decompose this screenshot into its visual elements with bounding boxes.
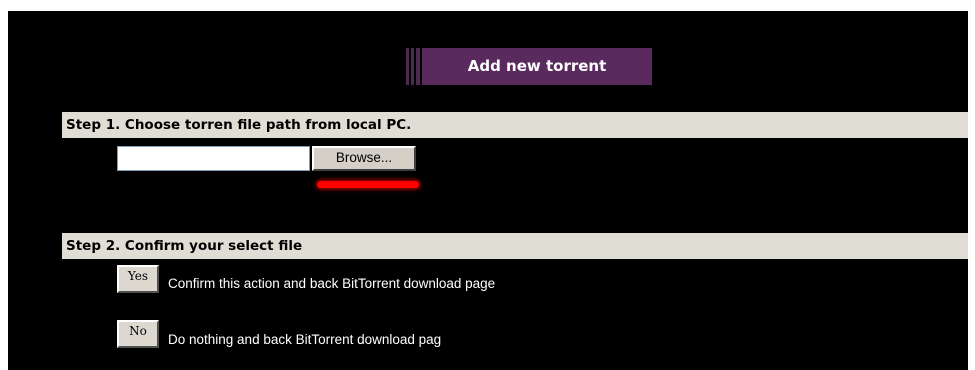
step1-header: Step 1. Choose torren file path from loc… xyxy=(62,112,968,138)
page-title: Add new torrent xyxy=(422,48,652,85)
title-stripe xyxy=(411,48,414,85)
title-stripe xyxy=(416,48,420,85)
no-description: Do nothing and back BitTorrent download … xyxy=(168,332,442,347)
yes-description: Confirm this action and back BitTorrent … xyxy=(168,276,496,291)
no-button[interactable]: No xyxy=(117,320,159,348)
yes-button[interactable]: Yes xyxy=(117,265,159,293)
title-stripe xyxy=(406,48,409,85)
step2-header: Step 2. Confirm your select file xyxy=(62,233,968,259)
main-panel: Add new torrent Step 1. Choose torren fi… xyxy=(8,11,968,370)
file-path-input[interactable] xyxy=(117,146,310,171)
highlight-underline xyxy=(317,181,419,188)
browse-button[interactable]: Browse... xyxy=(312,146,416,171)
